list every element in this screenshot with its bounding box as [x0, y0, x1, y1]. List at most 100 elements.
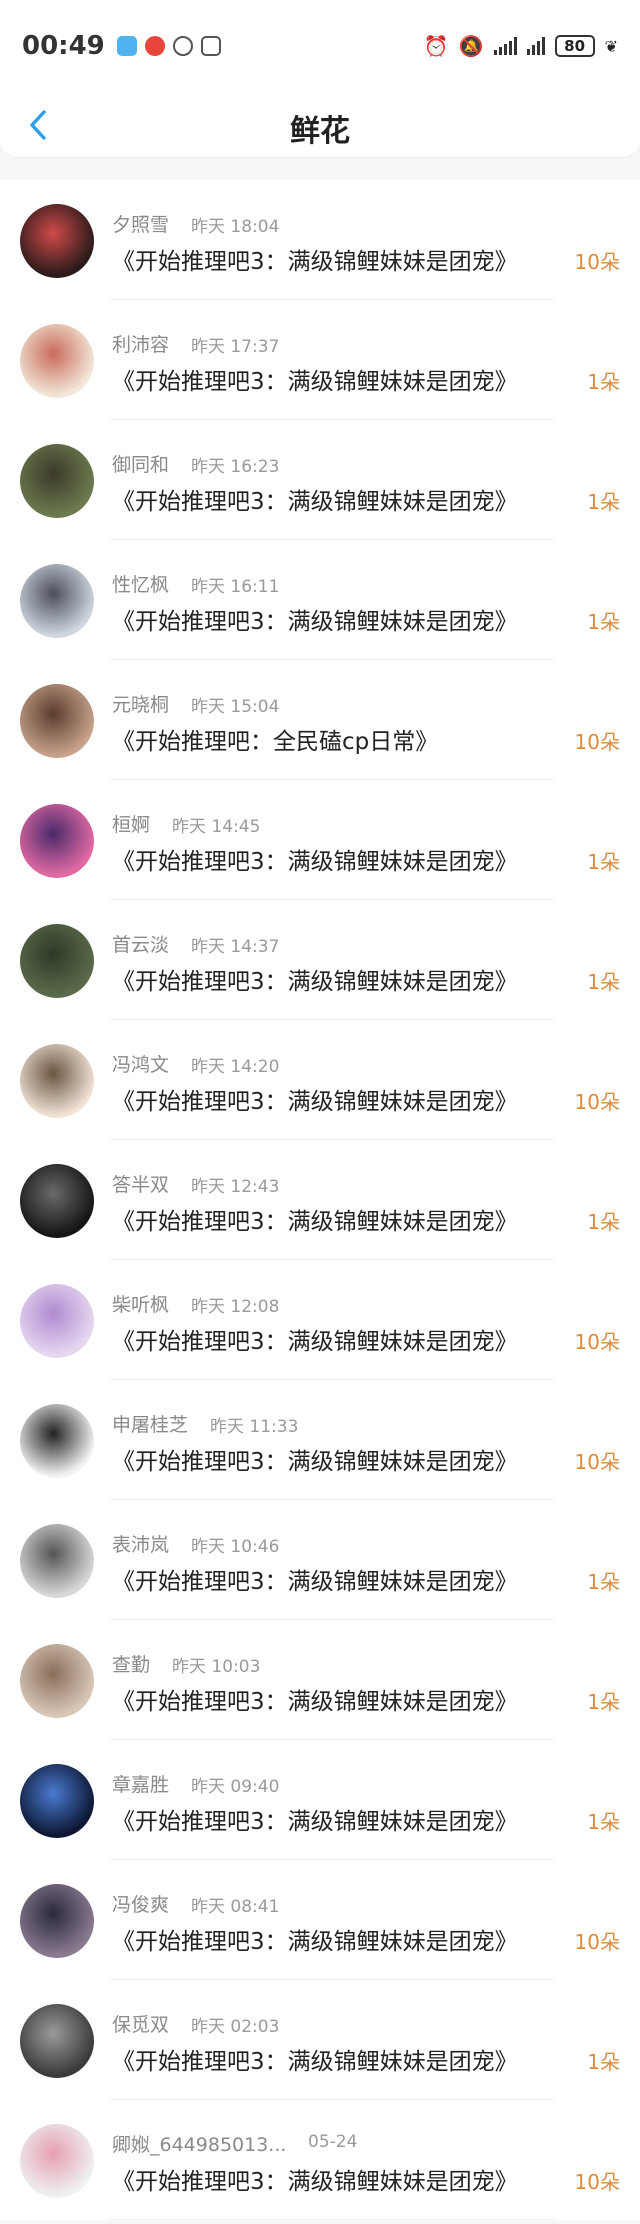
book-title: 《开始推理吧3：满级锦鲤妹妹是团宠》: [112, 609, 518, 635]
nav-bar: 鲜花: [0, 92, 640, 158]
user-name[interactable]: 柴听枫: [112, 1290, 169, 1317]
flower-count: 1朵: [587, 850, 620, 874]
nfc-icon: [200, 36, 221, 56]
flower-count: 1朵: [587, 370, 620, 394]
user-name[interactable]: 章嘉胜: [112, 1770, 169, 1797]
list-item[interactable]: 元晓桐 昨天 15:04 《开始推理吧：全民磕cp日常》 10朵: [0, 660, 640, 780]
list-item[interactable]: 申屠桂芝 昨天 11:33 《开始推理吧3：满级锦鲤妹妹是团宠》 10朵: [0, 1380, 640, 1500]
user-name[interactable]: 冯俊爽: [112, 1890, 169, 1917]
flower-count: 10朵: [574, 1330, 620, 1354]
bubble-app-icon: [116, 36, 137, 56]
signal-icon: [526, 37, 545, 55]
user-name[interactable]: 桓婀: [112, 810, 150, 837]
weibo-app-icon: [144, 36, 165, 56]
page-title: 鲜花: [290, 114, 350, 149]
user-name[interactable]: 夕照雪: [112, 210, 169, 237]
flower-count: 10朵: [574, 1450, 620, 1474]
battery-icon: 80: [554, 35, 595, 57]
book-title: 《开始推理吧：全民磕cp日常》: [112, 729, 439, 755]
list-item[interactable]: 御同和 昨天 16:23 《开始推理吧3：满级锦鲤妹妹是团宠》 1朵: [0, 420, 640, 540]
timestamp: 昨天 14:45: [172, 817, 261, 837]
avatar[interactable]: [20, 204, 94, 278]
avatar[interactable]: [20, 1284, 94, 1358]
timestamp: 昨天 10:46: [191, 1537, 280, 1557]
system-icons: ⏰ 🔕 80 ❦: [424, 34, 618, 58]
user-name[interactable]: 卿娰_644985013...: [112, 2130, 286, 2157]
book-title: 《开始推理吧3：满级锦鲤妹妹是团宠》: [112, 249, 518, 275]
user-name[interactable]: 性忆枫: [112, 570, 169, 597]
avatar[interactable]: [20, 1764, 94, 1838]
user-name[interactable]: 利沛容: [112, 330, 169, 357]
signal-icon: [493, 37, 517, 55]
avatar[interactable]: [20, 924, 94, 998]
flower-count: 1朵: [587, 610, 620, 634]
list-item[interactable]: 答半双 昨天 12:43 《开始推理吧3：满级锦鲤妹妹是团宠》 1朵: [0, 1140, 640, 1260]
avatar[interactable]: [20, 1404, 94, 1478]
user-name[interactable]: 御同和: [112, 450, 169, 477]
avatar[interactable]: [20, 444, 94, 518]
timestamp: 昨天 12:08: [191, 1297, 280, 1317]
avatar[interactable]: [20, 564, 94, 638]
avatar[interactable]: [20, 2004, 94, 2078]
list-item[interactable]: 卿娰_644985013... 05-24 《开始推理吧3：满级锦鲤妹妹是团宠》 10…: [0, 2100, 640, 2220]
status-bar: 00:49 ⏰ 🔕 80 ❦: [0, 0, 640, 92]
avatar[interactable]: [20, 804, 94, 878]
book-title: 《开始推理吧3：满级锦鲤妹妹是团宠》: [112, 1449, 518, 1475]
list-item[interactable]: 首云淡 昨天 14:37 《开始推理吧3：满级锦鲤妹妹是团宠》 1朵: [0, 900, 640, 1020]
timestamp: 昨天 18:04: [191, 217, 280, 237]
flower-count: 10朵: [574, 250, 620, 274]
book-title: 《开始推理吧3：满级锦鲤妹妹是团宠》: [112, 1929, 518, 1955]
timestamp: 昨天 02:03: [191, 2017, 280, 2037]
tool-app-icon: [172, 36, 193, 56]
timestamp: 昨天 11:33: [210, 1417, 299, 1437]
avatar[interactable]: [20, 1524, 94, 1598]
list-item[interactable]: 桓婀 昨天 14:45 《开始推理吧3：满级锦鲤妹妹是团宠》 1朵: [0, 780, 640, 900]
timestamp: 昨天 15:04: [191, 697, 280, 717]
user-name[interactable]: 答半双: [112, 1170, 169, 1197]
timestamp: 昨天 09:40: [191, 1777, 280, 1797]
timestamp: 昨天 10:03: [172, 1657, 261, 1677]
timestamp: 昨天 16:23: [191, 457, 280, 477]
book-title: 《开始推理吧3：满级锦鲤妹妹是团宠》: [112, 489, 518, 515]
user-name[interactable]: 表沛岚: [112, 1530, 169, 1557]
user-name[interactable]: 查勤: [112, 1650, 150, 1677]
user-name[interactable]: 元晓桐: [112, 690, 169, 717]
avatar[interactable]: [20, 2124, 94, 2198]
book-title: 《开始推理吧3：满级锦鲤妹妹是团宠》: [112, 2169, 518, 2195]
user-name[interactable]: 申屠桂芝: [112, 1410, 188, 1437]
book-title: 《开始推理吧3：满级锦鲤妹妹是团宠》: [112, 1329, 518, 1355]
avatar[interactable]: [20, 324, 94, 398]
list-item[interactable]: 保觅双 昨天 02:03 《开始推理吧3：满级锦鲤妹妹是团宠》 1朵: [0, 1980, 640, 2100]
list-item[interactable]: 夕照雪 昨天 18:04 《开始推理吧3：满级锦鲤妹妹是团宠》 10朵: [0, 180, 640, 300]
list-item[interactable]: 利沛容 昨天 17:37 《开始推理吧3：满级锦鲤妹妹是团宠》 1朵: [0, 300, 640, 420]
flower-count: 10朵: [574, 2170, 620, 2194]
book-title: 《开始推理吧3：满级锦鲤妹妹是团宠》: [112, 369, 518, 395]
list-item[interactable]: 表沛岚 昨天 10:46 《开始推理吧3：满级锦鲤妹妹是团宠》 1朵: [0, 1500, 640, 1620]
list-item[interactable]: 查勤 昨天 10:03 《开始推理吧3：满级锦鲤妹妹是团宠》 1朵: [0, 1620, 640, 1740]
alarm-icon: ⏰: [423, 34, 449, 58]
list-item[interactable]: 柴听枫 昨天 12:08 《开始推理吧3：满级锦鲤妹妹是团宠》 10朵: [0, 1260, 640, 1380]
user-name[interactable]: 冯鸿文: [112, 1050, 169, 1077]
timestamp: 昨天 14:20: [191, 1057, 280, 1077]
book-title: 《开始推理吧3：满级锦鲤妹妹是团宠》: [112, 1089, 518, 1115]
avatar[interactable]: [20, 1044, 94, 1118]
user-name[interactable]: 首云淡: [112, 930, 169, 957]
avatar[interactable]: [20, 684, 94, 758]
user-name[interactable]: 保觅双: [112, 2010, 169, 2037]
timestamp: 昨天 12:43: [191, 1177, 280, 1197]
list-item[interactable]: 冯俊爽 昨天 08:41 《开始推理吧3：满级锦鲤妹妹是团宠》 10朵: [0, 1860, 640, 1980]
flower-count: 1朵: [587, 1690, 620, 1714]
avatar[interactable]: [20, 1644, 94, 1718]
book-title: 《开始推理吧3：满级锦鲤妹妹是团宠》: [112, 1809, 518, 1835]
flower-count: 10朵: [574, 730, 620, 754]
book-title: 《开始推理吧3：满级锦鲤妹妹是团宠》: [112, 1689, 518, 1715]
avatar[interactable]: [20, 1884, 94, 1958]
flower-count: 1朵: [587, 1810, 620, 1834]
list-item[interactable]: 章嘉胜 昨天 09:40 《开始推理吧3：满级锦鲤妹妹是团宠》 1朵: [0, 1740, 640, 1860]
flower-count: 1朵: [587, 1210, 620, 1234]
list-item[interactable]: 冯鸿文 昨天 14:20 《开始推理吧3：满级锦鲤妹妹是团宠》 10朵: [0, 1020, 640, 1140]
timestamp: 05-24: [308, 2132, 358, 2152]
avatar[interactable]: [20, 1164, 94, 1238]
list-item[interactable]: 性忆枫 昨天 16:11 《开始推理吧3：满级锦鲤妹妹是团宠》 1朵: [0, 540, 640, 660]
flower-count: 1朵: [587, 490, 620, 514]
